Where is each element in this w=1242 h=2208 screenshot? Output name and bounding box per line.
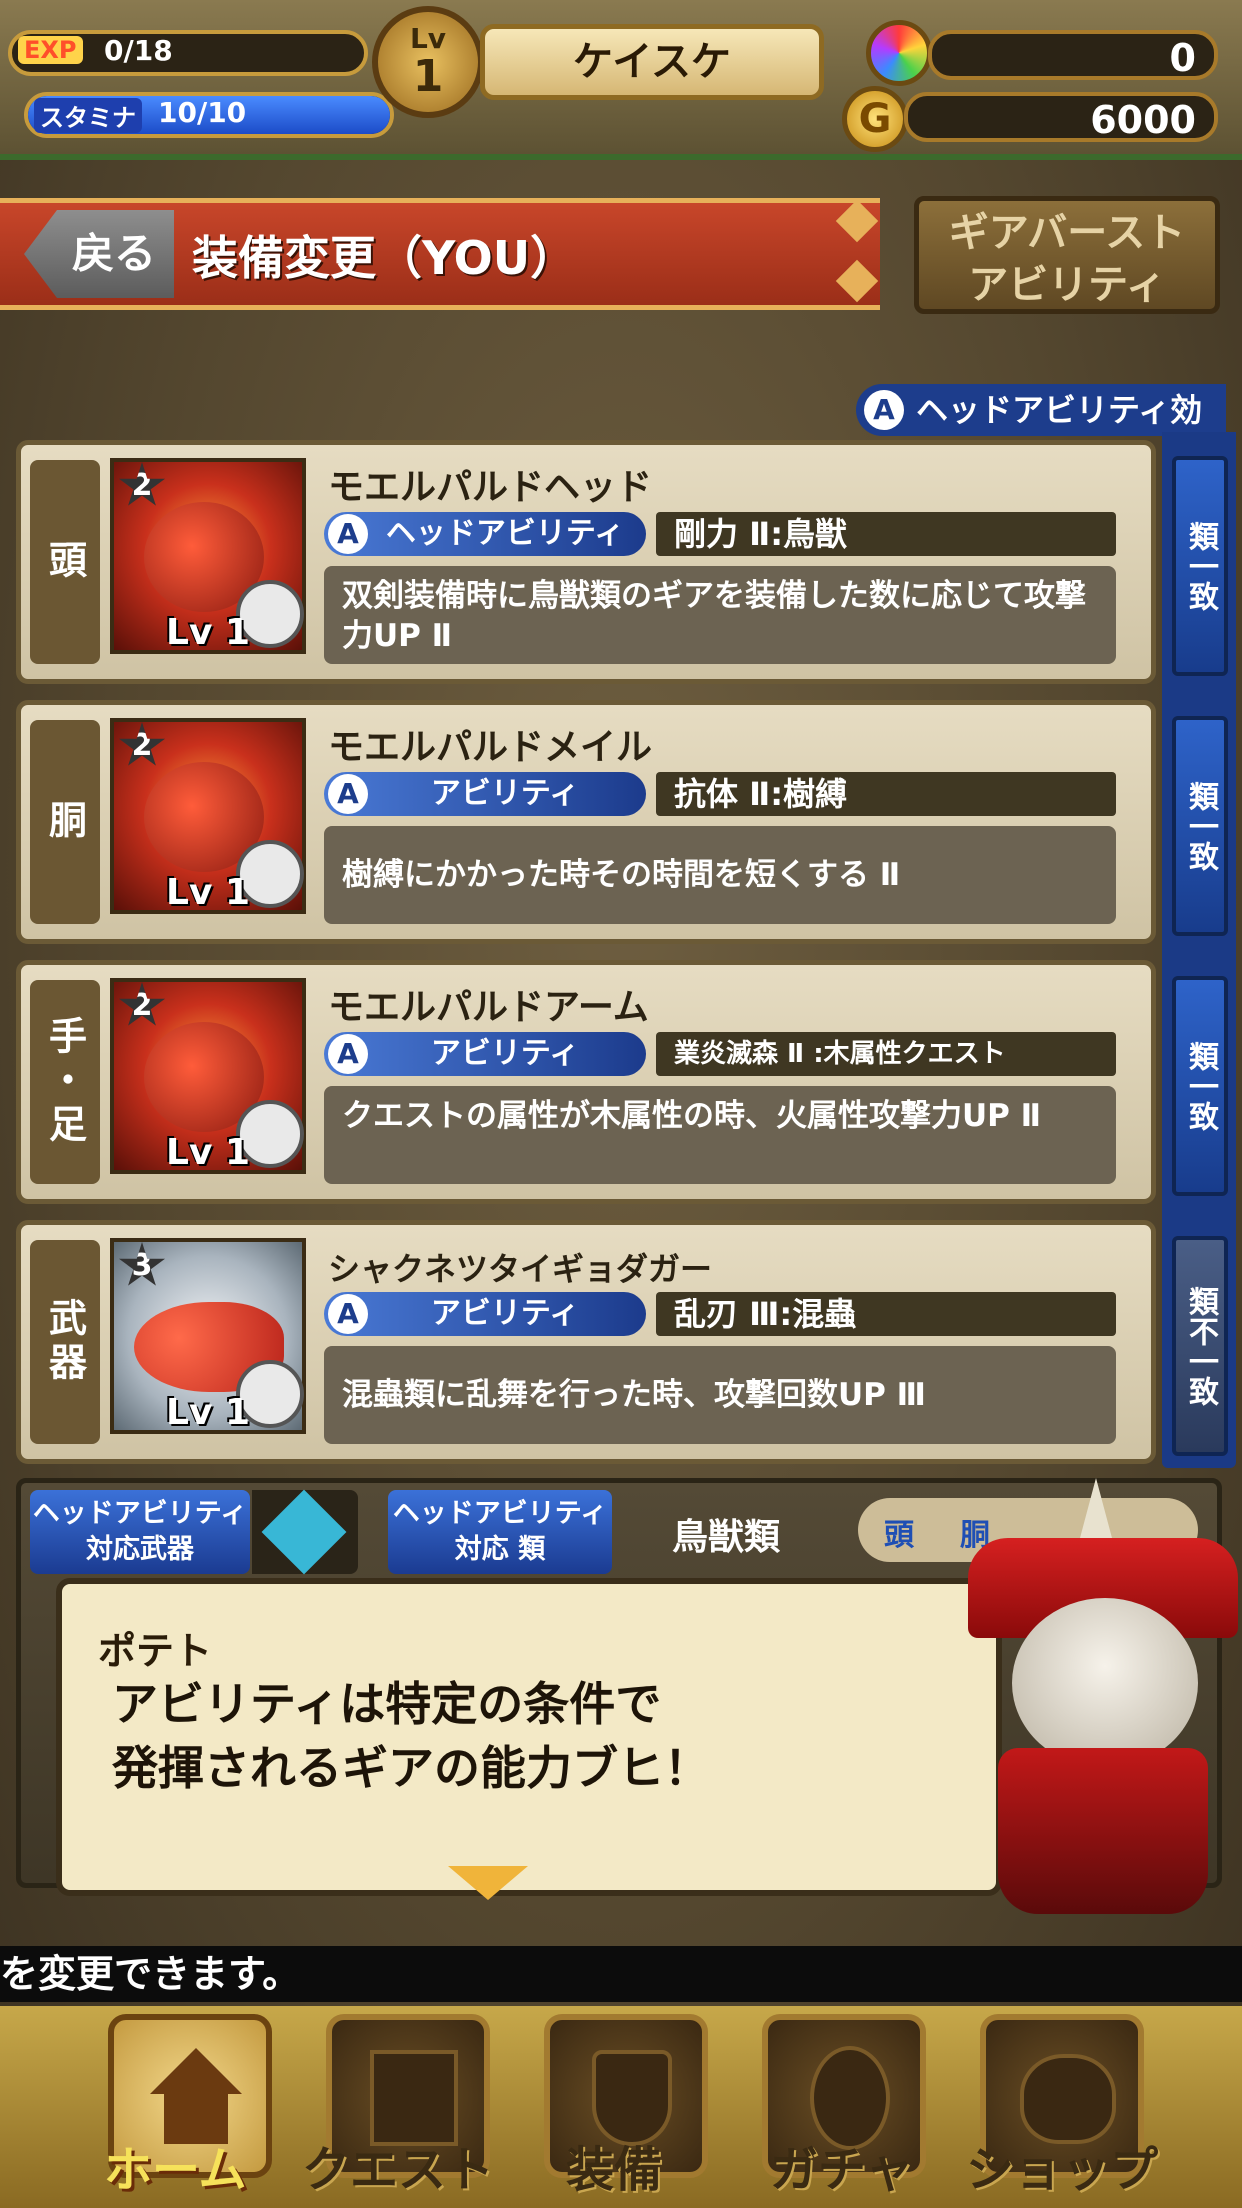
ability-a-icon: A [328,1034,368,1074]
ability-type-pill: A アビリティ [324,772,646,816]
rank-star-icon: 2 [118,462,166,506]
dual-blades-icon [261,1489,347,1575]
red-armor [998,1748,1208,1914]
ability-type-pill: A アビリティ [324,1032,646,1076]
stamina-label: スタミナ [34,98,142,133]
page-title: 装備変更（YOU） [192,231,577,285]
gear-portrait: 3 Lv 1 [110,1238,306,1434]
mascot-character [968,1478,1238,1914]
gear-burst-label-2: アビリティ [968,262,1166,308]
speaker-name: ポテト [98,1629,213,1673]
type-mismatch-tag: 類不一致 [1172,1236,1228,1456]
stamina-bar: スタミナ 10/10 [24,92,394,138]
ability-description: 樹縛にかかった時その時間を短くする Ⅱ [324,826,1116,924]
gear-burst-label-1: ギアバースト [948,210,1186,256]
gear-portrait: 2 Lv 1 [110,718,306,914]
ability-value: 剛力 Ⅱ:鳥獣 [656,512,1116,556]
gear-level: Lv 1 [166,872,250,913]
gold-value: 6000 [1090,98,1196,142]
gear-name: シャクネツタイギョダガー [328,1250,713,1288]
slot-label-head: 頭 [30,460,100,664]
slot-indicator-head: 頭 [884,1518,914,1553]
type-match-tag: 類一致 [1172,976,1228,1196]
ability-type-pill: A アビリティ [324,1292,646,1336]
gear-level: Lv 1 [166,1392,250,1433]
level-value: 1 [412,51,444,102]
ability-value: 業炎滅森 Ⅱ :木属性クエスト [656,1032,1116,1076]
nav-shop-label: ショップ [966,2142,1159,2198]
home-icon [150,2048,242,2094]
dog-face [1012,1598,1198,1768]
type-chip-label-1: ヘッドアビリティ [392,1498,608,1529]
ability-type-pill: A ヘッドアビリティ [324,512,646,556]
nav-gacha-label: ガチャ [770,2142,914,2198]
type-match-tag: 類一致 [1172,716,1228,936]
ability-type-label: アビリティ [430,1036,580,1071]
gold-coin-icon: G [842,86,908,152]
exp-bar: EXP 0/18 [8,30,368,76]
rainbow-gem-icon [866,20,932,86]
player-name: ケイスケ [480,24,824,100]
ability-a-icon: A [328,774,368,814]
slot-label-arms: 手・足 [30,980,100,1184]
gear-burst-ability-button[interactable]: ギアバースト アビリティ [914,196,1220,314]
ability-value: 乱刃 Ⅲ:混蟲 [656,1292,1116,1336]
weapon-chip-label-1: ヘッドアビリティ [32,1498,248,1529]
level-badge: Lv 1 [372,6,484,118]
gem-value: 0 [1169,36,1196,80]
ability-type-label: アビリティ [430,1296,580,1331]
nav-home-label: ホーム [104,2142,247,2198]
type-match-tag: 類一致 [1172,456,1228,676]
equipment-change-screen: EXP 0/18 スタミナ 10/10 Lv 1 ケイスケ 0 G 6000 戻… [0,0,1242,2208]
type-chip-label-2: 対応 類 [454,1534,546,1565]
type-value: 鳥獣類 [672,1517,781,1558]
ability-type-label: ヘッドアビリティ [385,516,625,551]
ability-a-icon: A [864,390,904,430]
rank-star-icon: 2 [118,982,166,1026]
stamina-value: 10/10 [158,96,247,129]
weapon-chip-label-2: 対応武器 [86,1534,194,1565]
gear-name: モエルパルドアーム [328,987,649,1028]
gem-counter: 0 [928,30,1218,80]
weapon-chip: ヘッドアビリティ 対応武器 [30,1490,250,1574]
nav-quest-label: クエスト [302,2142,495,2198]
gear-portrait: 2 Lv 1 [110,458,306,654]
dialog-line-2: 発揮されるギアの能力ブヒ！ [112,1741,710,1795]
rank-star-icon: 2 [118,722,166,766]
slot-label-body: 胴 [30,720,100,924]
nav-equip-label: 装備 [566,2142,663,2198]
next-arrow-icon[interactable] [448,1866,528,1900]
ability-a-icon: A [328,1294,368,1334]
dialog-line-1: アビリティは特定の条件で [112,1677,662,1731]
slot-label-weapon: 武器 [30,1240,100,1444]
ticker-message: を変更できます。 [0,1946,1242,2002]
gold-counter: 6000 [904,92,1218,142]
rank-star-icon: 3 [118,1242,166,1286]
gear-portrait: 2 Lv 1 [110,978,306,1174]
ability-description: 双剣装備時に鳥獣類のギアを装備した数に応じて攻撃力UP Ⅱ [324,566,1116,664]
gear-name: モエルパルドメイル [328,727,653,768]
gear-level: Lv 1 [166,612,250,653]
dialog-text: アビリティは特定の条件で 発揮されるギアの能力ブヒ！ [112,1672,932,1800]
ability-value: 抗体 Ⅱ:樹縛 [656,772,1116,816]
exp-value: 0/18 [104,34,173,67]
ability-description: クエストの属性が木属性の時、火属性攻撃力UP Ⅱ [324,1086,1116,1184]
ability-a-icon: A [328,514,368,554]
gear-name: モエルパルドヘッド [328,467,653,508]
ability-description: 混蟲類に乱舞を行った時、攻撃回数UP Ⅲ [324,1346,1116,1444]
head-ability-effect-tag: A ヘッドアビリティ効果 [856,384,1226,481]
ability-type-label: アビリティ [430,776,580,811]
weapon-slot [252,1489,358,1575]
exp-label: EXP [18,36,83,64]
type-chip: ヘッドアビリティ 対応 類 [388,1490,612,1574]
gear-level: Lv 1 [166,1132,250,1173]
